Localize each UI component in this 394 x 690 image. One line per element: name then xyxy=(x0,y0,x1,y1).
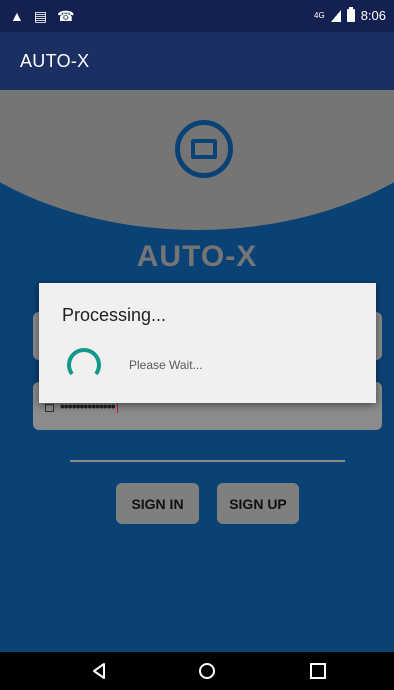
system-indicators: 4G 8:06 xyxy=(314,7,386,23)
recent-apps-icon[interactable] xyxy=(309,662,327,680)
divider xyxy=(70,460,345,462)
sign-up-button[interactable]: SIGN UP xyxy=(217,483,299,524)
envelope-icon xyxy=(191,139,217,159)
progress-dialog: Processing... Please Wait... xyxy=(39,283,376,403)
lock-icon xyxy=(45,404,54,412)
back-icon[interactable] xyxy=(90,662,108,680)
toolbar-title: AUTO-X xyxy=(20,51,90,71)
network-type: 4G xyxy=(314,11,325,20)
status-bar: ▲ ▤ ☎ 4G 8:06 xyxy=(0,0,394,32)
message-icon: ▤ xyxy=(33,8,48,24)
battery-icon xyxy=(346,7,355,22)
sign-in-button[interactable]: SIGN IN xyxy=(116,483,199,524)
dialog-message: Please Wait... xyxy=(129,358,203,372)
notification-icons: ▲ ▤ ☎ xyxy=(10,7,75,25)
loading-spinner-icon xyxy=(67,348,101,376)
clock: 8:06 xyxy=(360,8,386,23)
alert-icon: ▲ xyxy=(10,8,24,24)
dialog-title: Processing... xyxy=(62,305,167,325)
app-toolbar: AUTO-X xyxy=(0,32,394,90)
app-logo-text: AUTO-X xyxy=(136,240,258,273)
navigation-bar xyxy=(0,652,394,690)
signal-icon xyxy=(330,9,341,22)
home-icon[interactable] xyxy=(198,662,216,680)
mail-icon xyxy=(175,120,233,178)
missed-call-icon: ☎ xyxy=(57,8,75,24)
